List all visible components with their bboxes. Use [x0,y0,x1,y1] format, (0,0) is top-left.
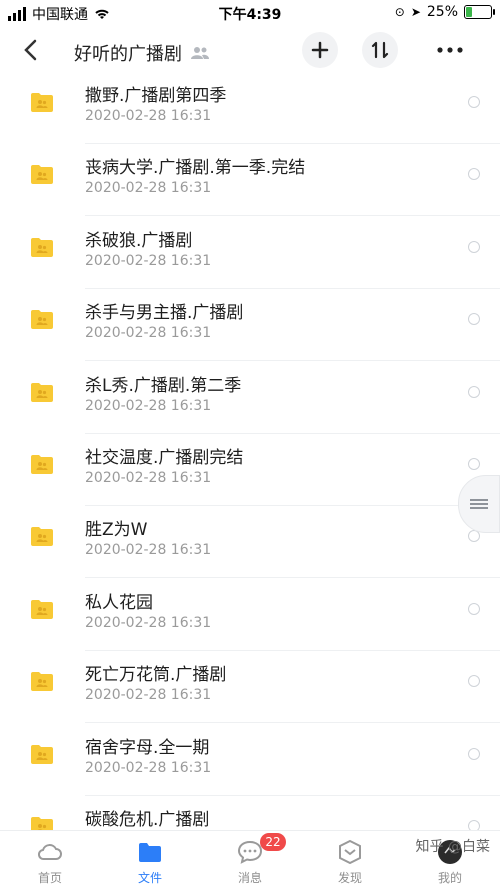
list-item[interactable]: 胜Z为W 2020-02-28 16:31 [0,506,500,579]
battery-percent: 25% [426,4,458,20]
page-title: 好听的广播剧 [74,40,210,66]
discover-icon [339,839,361,865]
back-button[interactable] [16,36,44,64]
tab-label: 我的 [437,871,462,885]
menu-icon [470,497,488,511]
tab-discover[interactable]: 发现 [300,831,400,889]
folder-icon [139,843,161,862]
file-name: 死亡万花筒.广播剧 [85,665,227,686]
location-icon: ➤ [410,5,421,19]
list-item[interactable]: 丧病大学.广播剧.第一季.完结 2020-02-28 16:31 [0,144,500,217]
file-name: 社交温度.广播剧完结 [85,448,244,468]
sort-button[interactable] [362,32,398,68]
select-radio[interactable] [468,675,480,688]
file-date: 2020-02-28 16:31 [85,180,212,197]
file-name: 丧病大学.广播剧.第一季.完结 [85,158,306,179]
select-radio[interactable] [468,313,480,326]
folder-icon [31,672,53,692]
more-icon [437,47,463,53]
file-date: 2020-02-28 16:31 [85,687,212,704]
sort-icon [371,41,389,59]
file-date: 2020-02-28 16:31 [85,325,212,342]
folder-icon [31,599,53,619]
file-date: 2020-02-28 16:31 [85,108,212,124]
file-name: 宿舍字母.全一期 [85,737,210,758]
select-radio[interactable] [468,168,480,181]
folder-icon [31,744,53,764]
tab-label: 文件 [137,871,162,885]
folder-icon [31,237,53,257]
file-name: 碳酸危机.广播剧 [85,810,210,830]
list-item[interactable]: 死亡万花筒.广播剧 2020-02-28 16:31 [0,651,500,724]
tab-cloud[interactable]: 首页 [0,831,100,889]
page-title-text: 好听的广播剧 [74,44,182,65]
file-name: 胜Z为W [85,520,148,541]
folder-icon [31,817,53,830]
tab-chat[interactable]: 消息 22 [200,831,300,889]
file-date: 2020-02-28 16:31 [85,759,212,776]
unread-badge: 22 [260,833,286,851]
list-item[interactable]: 杀破狼.广播剧 2020-02-28 16:31 [0,217,500,289]
file-name: 杀L秀.广播剧.第二季 [85,375,242,396]
plus-icon [311,41,329,59]
file-name: 撒野.广播剧第四季 [85,86,227,106]
tab-label: 消息 [237,871,262,885]
folder-icon [31,310,53,330]
list-item[interactable]: 碳酸危机.广播剧 [0,796,500,830]
select-radio[interactable] [468,96,480,108]
select-radio[interactable] [468,458,480,470]
watermark: 知乎 @白菜 [415,839,490,855]
folder-icon [31,165,53,185]
folder-icon [31,93,53,112]
add-button[interactable] [302,32,338,68]
folder-icon [31,527,53,547]
battery-icon [464,5,495,19]
file-date: 2020-02-28 16:31 [85,252,212,269]
shared-users-icon [191,47,209,59]
select-radio[interactable] [468,602,480,615]
list-item[interactable]: 杀手与男主播.广播剧 2020-02-28 16:31 [0,289,500,362]
file-name: 杀手与男主播.广播剧 [85,303,244,324]
file-date: 2020-02-28 16:31 [85,397,212,414]
select-radio[interactable] [468,820,480,830]
list-item[interactable]: 撒野.广播剧第四季 2020-02-28 16:31 [0,78,500,144]
select-radio[interactable] [468,385,480,398]
file-list: 撒野.广播剧第四季 2020-02-28 16:31 丧病大学.广播剧.第一季.完结… [0,78,500,830]
header: 好听的广播剧 [0,26,500,78]
tab-label: 发现 [337,871,362,885]
status-right: ⊙ ➤ 25% [394,4,495,20]
select-radio[interactable] [468,240,480,253]
list-item[interactable]: 私人花园 2020-02-28 16:31 [0,579,500,651]
list-item[interactable]: 社交温度.广播剧完结 2020-02-28 16:31 [0,434,500,506]
cloud-icon [37,844,62,860]
folder-icon [31,455,53,474]
lock-rotation-icon: ⊙ [394,5,405,19]
status-bar: 中国联通 下午4:39 ⊙ ➤ 25% [0,0,500,26]
tab-label: 首页 [37,871,62,885]
tab-folder[interactable]: 文件 [100,831,200,889]
chevron-left-icon [24,39,37,61]
list-item[interactable]: 杀L秀.广播剧.第二季 2020-02-28 16:31 [0,362,500,434]
file-name: 私人花园 [85,592,153,613]
list-item[interactable]: 宿舍字母.全一期 2020-02-28 16:31 [0,724,500,796]
more-button[interactable] [432,32,468,68]
file-date: 2020-02-28 16:31 [85,614,212,631]
file-name: 杀破狼.广播剧 [85,230,193,251]
select-radio[interactable] [468,530,480,543]
folder-icon [31,382,53,402]
file-date: 2020-02-28 16:31 [85,470,212,486]
file-date: 2020-02-28 16:31 [85,542,212,559]
select-radio[interactable] [468,747,480,760]
